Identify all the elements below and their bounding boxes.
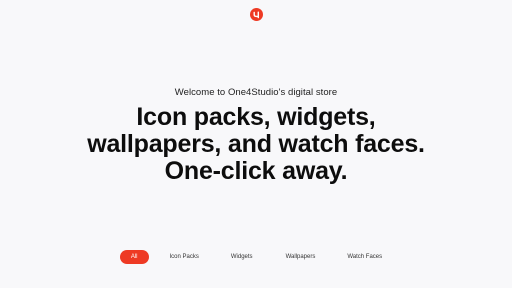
tab-icon-packs[interactable]: Icon Packs xyxy=(160,250,209,264)
headline-line-2: wallpapers, and watch faces. xyxy=(87,130,425,158)
category-tabs: All Icon Packs Widgets Wallpapers Watch … xyxy=(0,250,512,264)
tab-all[interactable]: All xyxy=(119,250,149,264)
tab-watch-faces[interactable]: Watch Faces xyxy=(337,250,392,264)
tab-widgets[interactable]: Widgets xyxy=(221,250,263,264)
headline-line-1: Icon packs, widgets, xyxy=(136,103,376,131)
headline-line-3: One-click away. xyxy=(164,157,348,185)
hero-headline: Icon packs, widgets, wallpapers, and wat… xyxy=(0,104,512,185)
tab-wallpapers[interactable]: Wallpapers xyxy=(276,250,326,264)
brand-logo-icon[interactable] xyxy=(250,8,263,21)
welcome-subtitle: Welcome to One4Studio's digital store xyxy=(174,87,338,98)
